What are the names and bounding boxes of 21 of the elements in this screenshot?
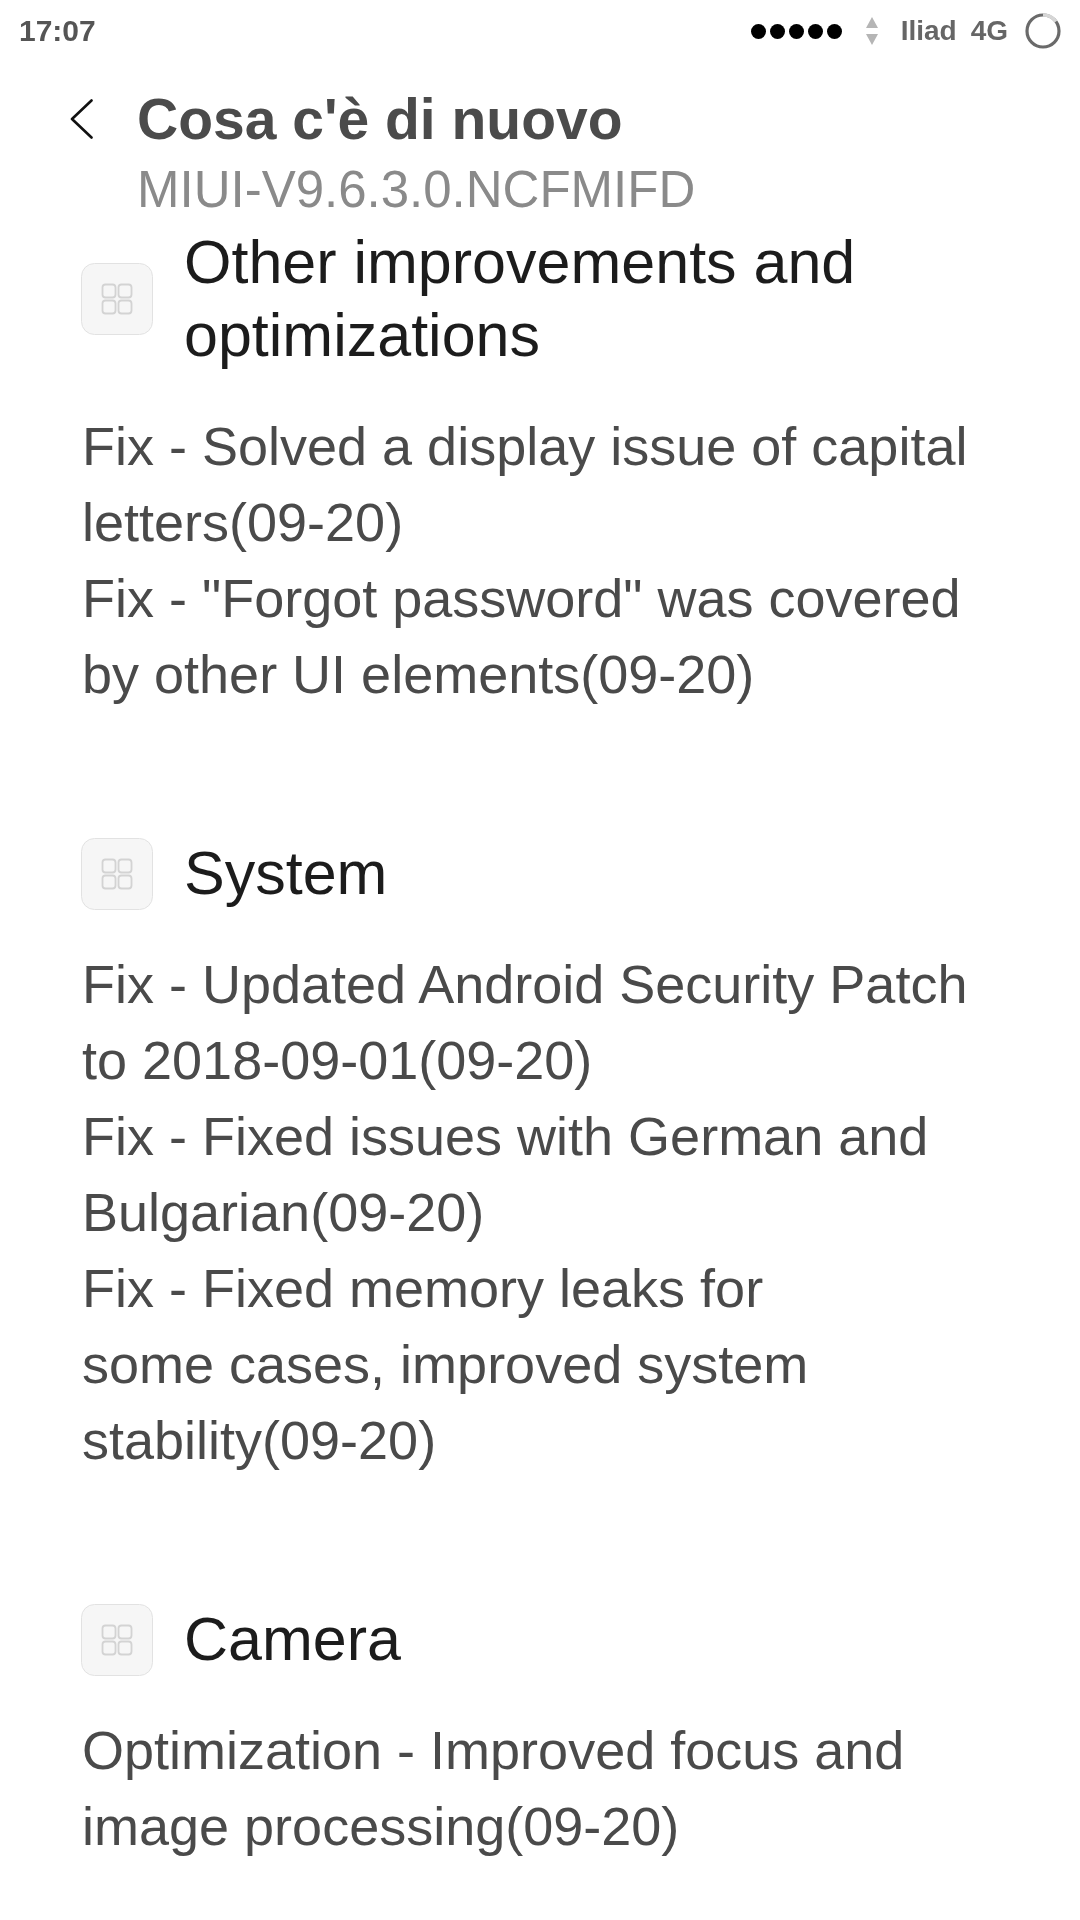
changelog-item: Fix - Fixed issues with German and Bulgarian(09-20) [82, 1105, 930, 1244]
version-label: MIUI-V9.6.3.0.NCFMIFD [137, 160, 696, 220]
section-title: System [184, 838, 388, 909]
section-title: Camera [184, 1604, 401, 1675]
back-icon[interactable] [70, 99, 93, 139]
grid-icon [81, 263, 153, 335]
grid-icon [81, 1603, 153, 1676]
status-time: 17:07 [19, 13, 96, 49]
network-type: 4G [970, 14, 1008, 48]
carrier-name: Iliad [900, 14, 957, 48]
changelog-item: Optimization - Improved focus and image processing(09-20) [82, 1719, 906, 1858]
changelog-item: Fix - Solved a display issue of capital letters(09-20) [82, 415, 969, 554]
data-activity-icon [865, 17, 878, 45]
changelog-item: Fix - Fixed memory leaks for some cases, improved system stability(09-20) [82, 1257, 810, 1472]
ring-icon [1025, 13, 1061, 49]
section-title: Other improvements and optimizations [184, 227, 857, 371]
grid-icon [81, 837, 153, 910]
changelog-item: Fix - "Forgot password" was covered by other UI elements(09-20) [82, 567, 962, 706]
signal-icon [750, 23, 842, 39]
page-title: Cosa c'è di nuovo [137, 86, 624, 153]
changelog-item: Fix - Updated Android Security Patch to 2018-09-01(09-20) [82, 953, 969, 1092]
